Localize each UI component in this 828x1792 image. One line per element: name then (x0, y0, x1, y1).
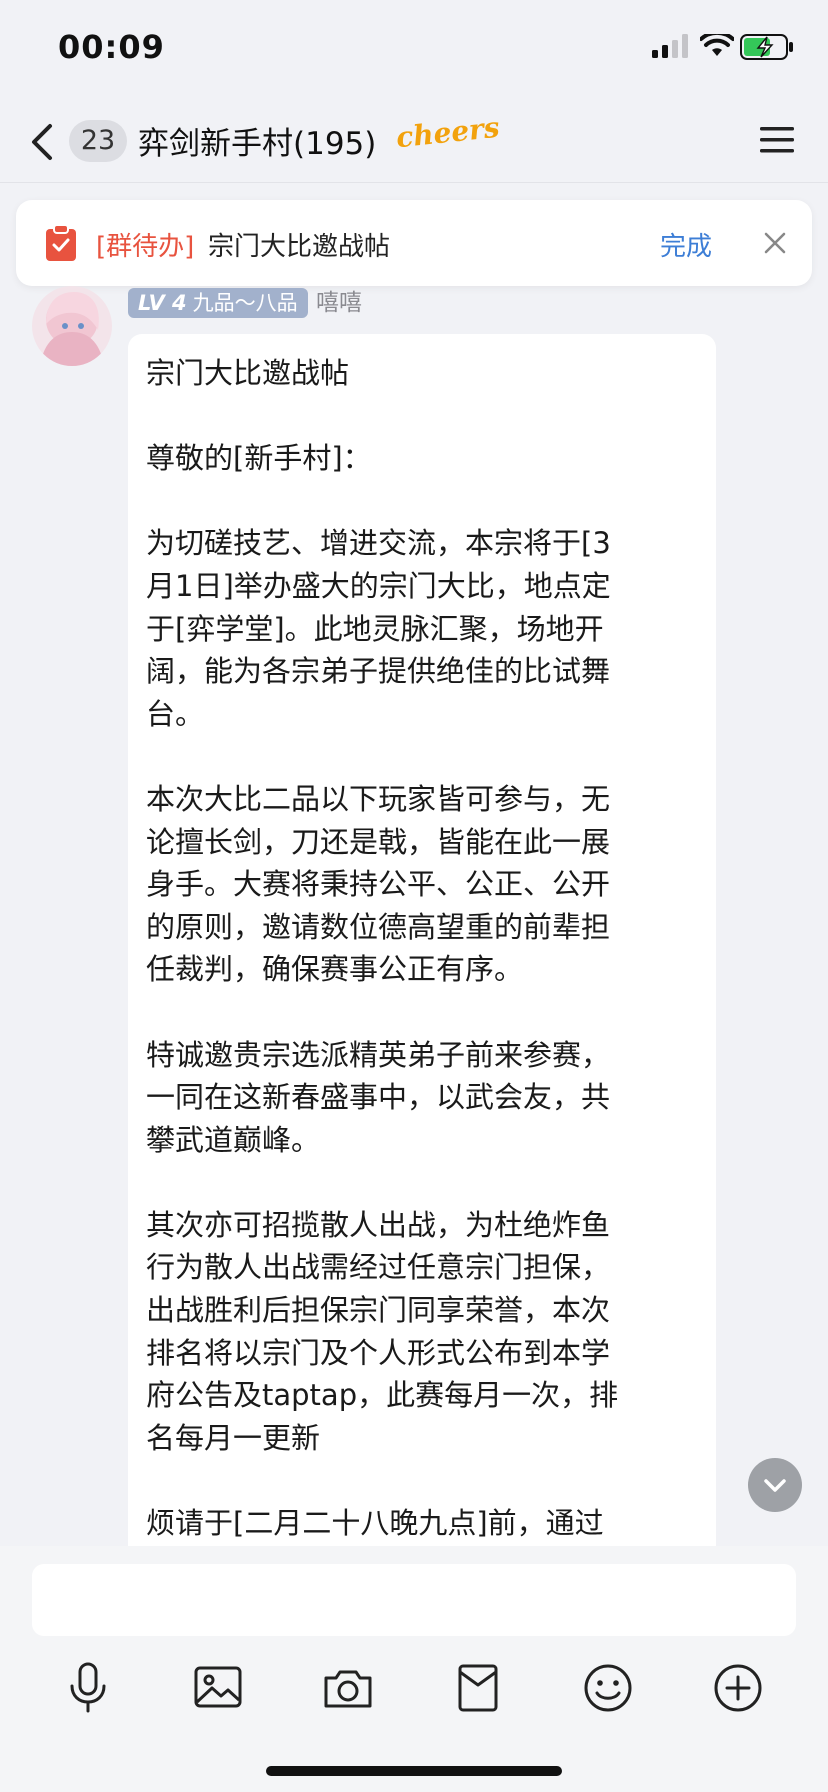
close-icon[interactable] (762, 230, 788, 256)
battery-charging-icon (740, 34, 793, 60)
avatar[interactable] (32, 286, 112, 366)
emoji-icon[interactable] (578, 1658, 638, 1718)
red-packet-icon[interactable] (448, 1658, 508, 1718)
message-text: 宗门大比邀战帖 尊敬的[新手村]： 为切磋技艺、增进交流，本宗将于[3 月1日]… (146, 356, 619, 1541)
level-rank: 九品～八品 (192, 291, 298, 315)
scroll-to-bottom-button[interactable] (748, 1458, 802, 1512)
chevron-down-icon (764, 1479, 786, 1492)
message-input[interactable] (32, 1564, 796, 1636)
plus-icon[interactable] (708, 1658, 768, 1718)
clipboard-check-icon (46, 224, 76, 261)
sender-nickname: 嘻嘻 (316, 290, 362, 316)
message-bubble[interactable]: 宗门大比邀战帖 尊敬的[新手村]： 为切磋技艺、增进交流，本宗将于[3 月1日]… (128, 334, 716, 1634)
status-time: 00:09 (58, 28, 165, 66)
level-label: LV 4 (138, 291, 187, 315)
camera-icon[interactable] (318, 1658, 378, 1718)
todo-text[interactable]: 宗门大比邀战帖 (208, 226, 390, 263)
microphone-icon[interactable] (58, 1658, 118, 1718)
image-icon[interactable] (188, 1658, 248, 1718)
input-area (0, 1546, 828, 1792)
unread-count-badge[interactable]: 23 (69, 120, 127, 162)
cheers-sticker-icon: cheers (394, 110, 502, 155)
menu-icon[interactable] (760, 124, 794, 156)
wifi-icon (700, 34, 734, 56)
group-title[interactable]: 弈剑新手村(195) (138, 118, 376, 163)
back-arrow-icon[interactable] (28, 122, 58, 162)
home-indicator (266, 1766, 562, 1776)
cellular-signal-icon (652, 34, 688, 58)
todo-done-button[interactable]: 完成 (660, 226, 712, 263)
level-badge: LV 4 九品～八品 (128, 288, 308, 318)
status-bar: 00:09 (0, 0, 828, 100)
group-todo-banner[interactable]: [群待办] 宗门大比邀战帖 完成 (16, 200, 812, 286)
todo-tag: [群待办] (96, 232, 195, 262)
chat-header: 23 弈剑新手村(195) cheers (0, 100, 828, 183)
